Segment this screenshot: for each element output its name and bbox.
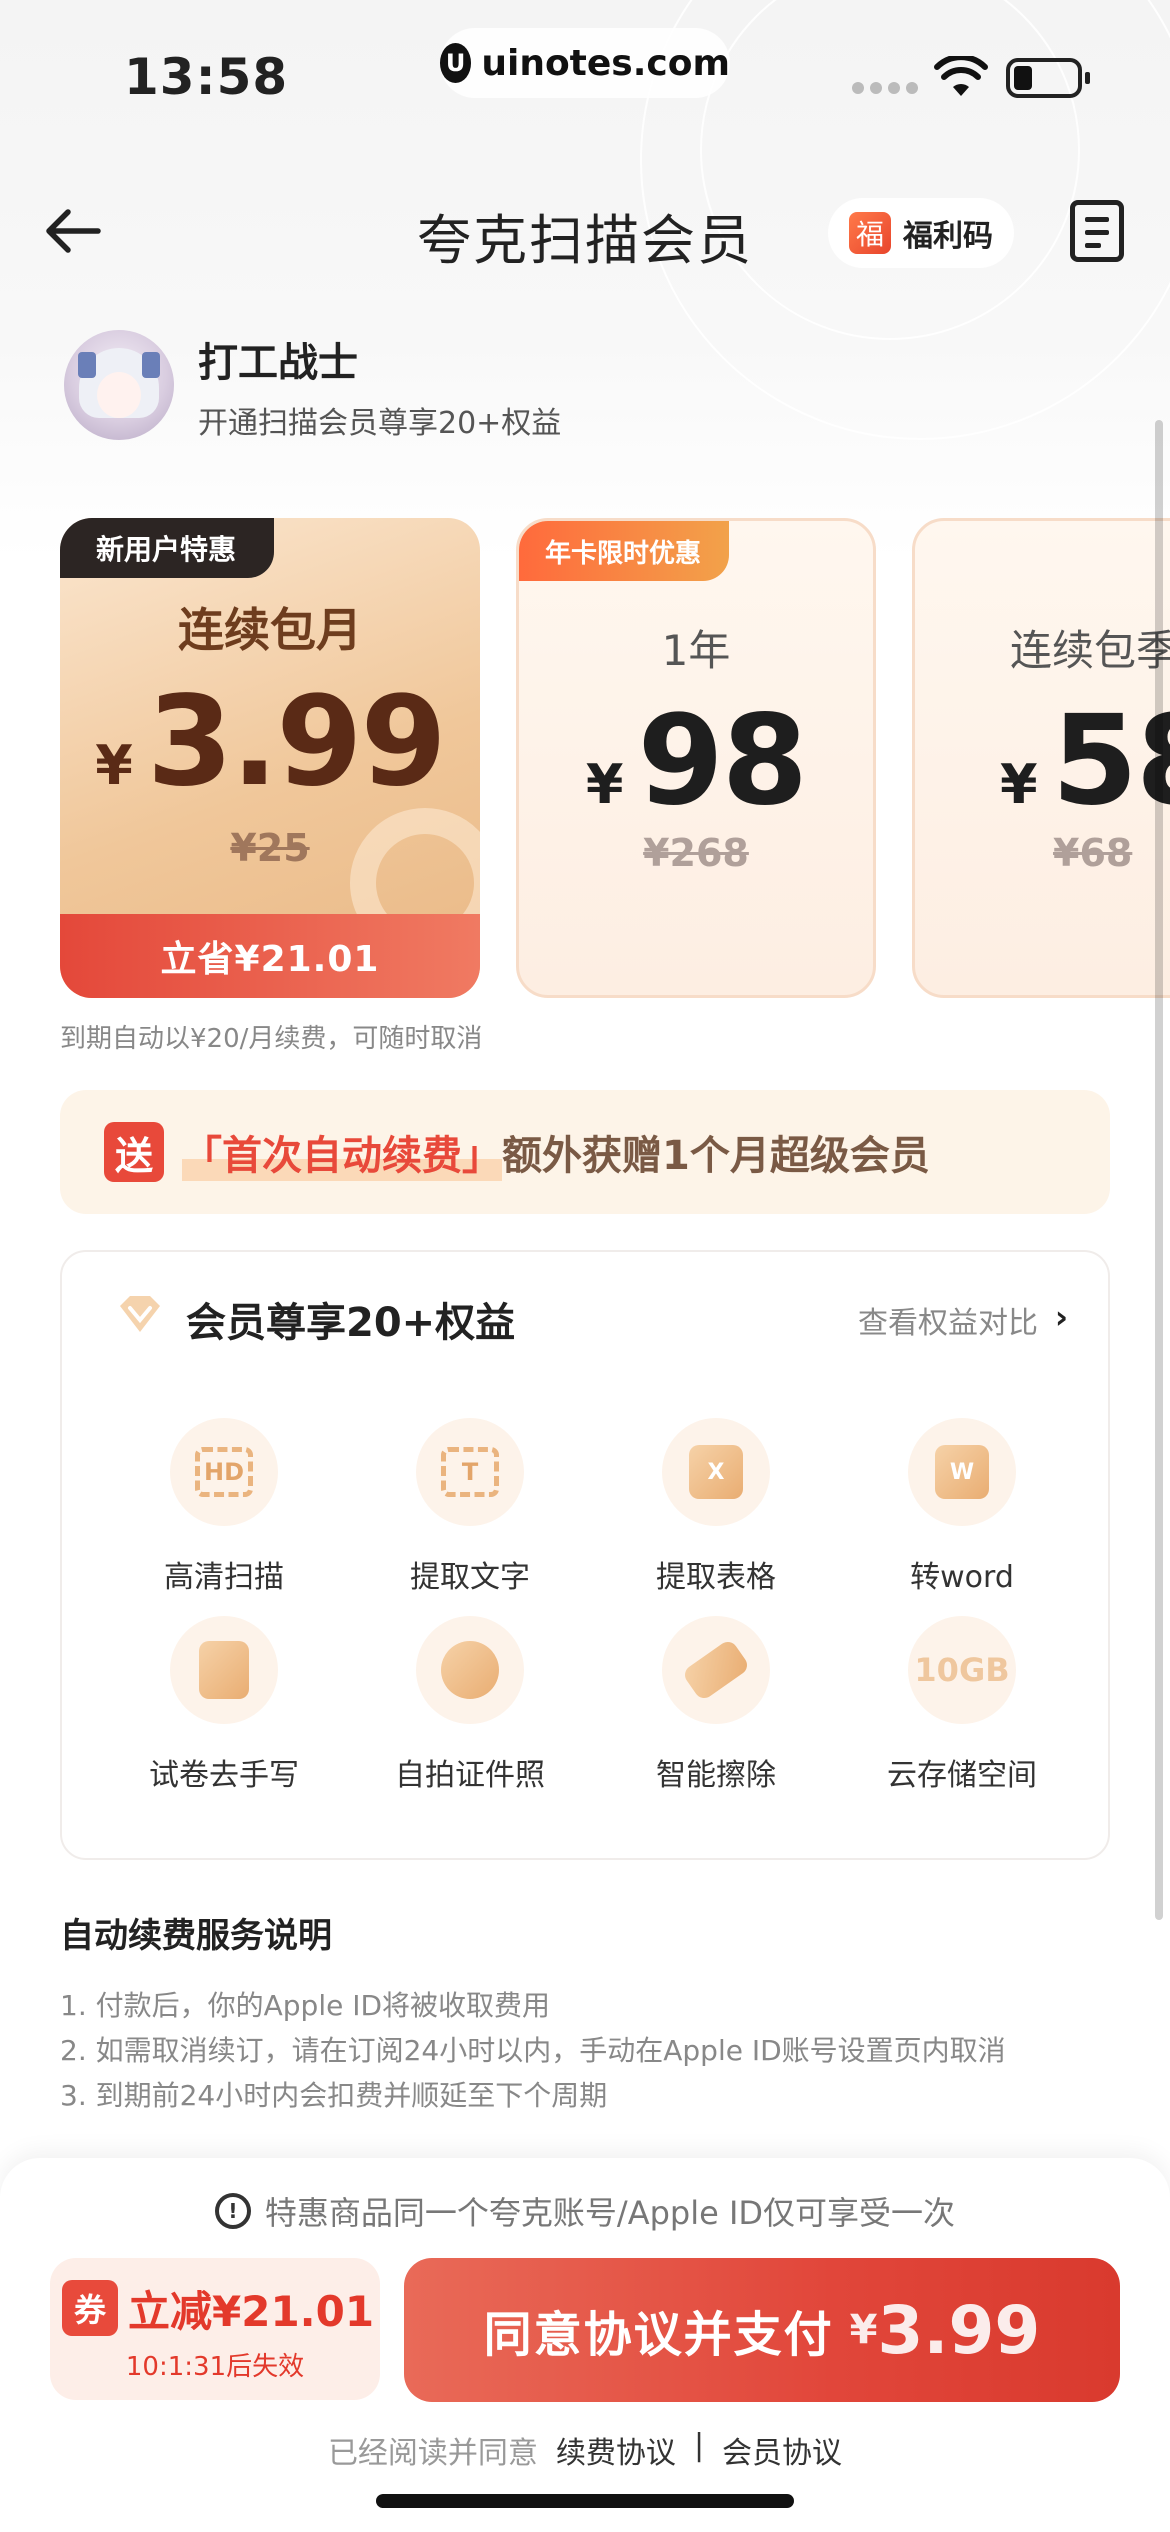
agreement-line: 已经阅读并同意 续费协议 | 会员协议 bbox=[0, 2428, 1170, 2472]
id-photo-icon bbox=[441, 1641, 499, 1699]
promo-code-button[interactable]: 福 福利码 bbox=[828, 198, 1014, 268]
extract-text-icon: T bbox=[441, 1447, 499, 1497]
benefit-item[interactable]: X 提取表格 bbox=[606, 1418, 826, 1596]
price-value: 3.99 bbox=[146, 670, 447, 814]
auto-renew-line: 3. 到期前24小时内会扣费并顺延至下个周期 bbox=[60, 2079, 608, 2112]
benefit-item[interactable]: HD 高清扫描 bbox=[114, 1418, 334, 1596]
benefit-item[interactable]: 智能擦除 bbox=[606, 1616, 826, 1794]
url-pill[interactable]: U uinotes.com bbox=[440, 28, 730, 98]
price-value: 58 bbox=[1051, 689, 1170, 833]
scrollbar[interactable] bbox=[1155, 420, 1163, 1920]
plan-list[interactable]: 新用户特惠 连续包月 ¥ 3.99 ¥25 立省¥21.01 年卡限时优惠 1年… bbox=[0, 518, 1170, 998]
pay-label: 同意协议并支付 bbox=[483, 2307, 834, 2363]
list-line bbox=[1085, 230, 1109, 235]
plan-name: 连续包季 bbox=[1010, 626, 1170, 675]
currency-symbol: ¥ bbox=[585, 753, 624, 816]
plan-badge: 新用户特惠 bbox=[60, 518, 275, 578]
benefit-label: 智能擦除 bbox=[656, 1758, 776, 1793]
pay-currency: ¥ bbox=[849, 2307, 878, 2353]
benefit-item[interactable]: 自拍证件照 bbox=[360, 1616, 580, 1794]
benefit-item[interactable]: 10GB 云存储空间 bbox=[852, 1616, 1072, 1794]
compare-benefits-link[interactable]: 查看权益对比 bbox=[858, 1298, 1038, 1342]
arrow-left-icon bbox=[46, 209, 101, 253]
benefit-label: 自拍证件照 bbox=[395, 1758, 545, 1793]
membership-agreement-link[interactable]: 会员协议 bbox=[722, 2428, 842, 2472]
cellular-signal-icon bbox=[852, 82, 918, 94]
list-line bbox=[1085, 217, 1109, 222]
list-line bbox=[1085, 243, 1101, 248]
promo-code-label: 福利码 bbox=[903, 219, 993, 254]
coupon-badge[interactable]: 券 立减¥21.01 10:1:31后失效 bbox=[50, 2258, 380, 2400]
benefit-item[interactable]: T 提取文字 bbox=[360, 1418, 580, 1596]
benefit-item[interactable]: W 转word bbox=[852, 1418, 1072, 1596]
coupon-amount: 立减¥21.01 bbox=[128, 2287, 375, 2336]
agreement-prefix: 已经阅读并同意 bbox=[327, 2436, 538, 2471]
remove-handwriting-icon bbox=[199, 1641, 249, 1699]
plan-card-monthly[interactable]: 新用户特惠 连续包月 ¥ 3.99 ¥25 立省¥21.01 bbox=[60, 518, 480, 998]
plan-price: ¥ 58 bbox=[1000, 689, 1170, 833]
gift-banner: 送 「首次自动续费」 额外获赠1个月超级会员 bbox=[60, 1090, 1110, 1214]
gift-highlight: 「首次自动续费」 bbox=[182, 1123, 502, 1181]
notice: ! 特惠商品同一个夸克账号/Apple ID仅可享受一次 bbox=[0, 2188, 1170, 2234]
gift-text: 额外获赠1个月超级会员 bbox=[502, 1133, 930, 1179]
avatar bbox=[64, 330, 174, 440]
benefit-label: 提取文字 bbox=[410, 1560, 530, 1595]
benefit-label: 转word bbox=[910, 1560, 1014, 1595]
status-bar: 13:58 U uinotes.com bbox=[0, 0, 1170, 150]
benefit-item[interactable]: 试卷去手写 bbox=[114, 1616, 334, 1794]
renew-note: 到期自动以¥20/月续费，可随时取消 bbox=[60, 1024, 483, 1054]
chevron-right-icon[interactable]: › bbox=[1055, 1298, 1068, 1336]
site-logo-icon: U bbox=[440, 43, 472, 83]
battery-icon bbox=[1006, 58, 1090, 98]
diamond-icon bbox=[120, 1296, 160, 1332]
exclamation-icon: ! bbox=[214, 2193, 251, 2229]
smart-erase-icon bbox=[681, 1638, 751, 1702]
pay-amount: 3.99 bbox=[877, 2291, 1041, 2369]
hd-scan-icon: HD bbox=[195, 1447, 253, 1497]
user-name: 打工战士 bbox=[198, 340, 358, 386]
benefits-title: 会员尊享20+权益 bbox=[186, 1300, 516, 1346]
orders-button[interactable] bbox=[1070, 200, 1124, 262]
original-price: ¥268 bbox=[643, 831, 749, 875]
status-time: 13:58 bbox=[124, 48, 289, 106]
benefit-label: 云存储空间 bbox=[887, 1758, 1037, 1793]
plan-card-yearly[interactable]: 年卡限时优惠 1年 ¥ 98 ¥268 bbox=[516, 518, 876, 998]
to-word-icon: W bbox=[935, 1445, 989, 1499]
currency-symbol: ¥ bbox=[1000, 753, 1038, 816]
benefit-label: 高清扫描 bbox=[164, 1560, 284, 1595]
coupon-countdown: 10:1:31后失效 bbox=[125, 2352, 305, 2382]
notice-text: 特惠商品同一个夸克账号/Apple ID仅可享受一次 bbox=[264, 2194, 956, 2232]
gift-icon: 送 bbox=[104, 1122, 164, 1182]
coupon-icon: 券 bbox=[62, 2280, 118, 2336]
benefit-label: 提取表格 bbox=[656, 1560, 776, 1595]
price-value: 98 bbox=[637, 689, 809, 833]
cloud-storage-icon: 10GB bbox=[914, 1651, 1010, 1689]
fu-icon: 福 bbox=[849, 212, 891, 254]
agreement-separator: | bbox=[693, 2428, 705, 2463]
plan-name: 连续包月 bbox=[178, 603, 362, 657]
auto-renew-line: 1. 付款后，你的Apple ID将被收取费用 bbox=[60, 1989, 551, 2022]
original-price: ¥68 bbox=[1053, 831, 1133, 875]
wifi-icon bbox=[934, 56, 988, 96]
plan-badge: 年卡限时优惠 bbox=[519, 521, 730, 581]
plan-price: ¥ 98 bbox=[519, 689, 873, 833]
user-subtitle: 开通扫描会员尊享20+权益 bbox=[198, 406, 562, 441]
benefits-panel: 会员尊享20+权益 查看权益对比 › HD 高清扫描 T 提取文字 X 提取表格… bbox=[60, 1250, 1110, 1860]
original-price: ¥25 bbox=[230, 826, 310, 870]
auto-renew-line: 2. 如需取消续订，请在订阅24小时以内，手动在Apple ID账号设置页内取消 bbox=[60, 2034, 1006, 2067]
plan-card-quarterly[interactable]: 连续包季 ¥ 58 ¥68 bbox=[912, 518, 1170, 998]
plan-price: ¥ 3.99 bbox=[60, 670, 480, 814]
url-text: uinotes.com bbox=[481, 42, 730, 84]
extract-table-icon: X bbox=[689, 1445, 743, 1499]
pay-button[interactable]: 同意协议并支付 ¥ 3.99 bbox=[404, 2258, 1120, 2402]
currency-symbol: ¥ bbox=[95, 734, 133, 797]
savings-bar: 立省¥21.01 bbox=[60, 914, 480, 998]
plan-name: 1年 bbox=[661, 626, 731, 675]
benefit-label: 试卷去手写 bbox=[149, 1758, 299, 1793]
renewal-agreement-link[interactable]: 续费协议 bbox=[556, 2428, 676, 2472]
home-indicator[interactable] bbox=[376, 2494, 794, 2508]
back-button[interactable] bbox=[38, 196, 108, 266]
auto-renew-title: 自动续费服务说明 bbox=[60, 1916, 332, 1956]
